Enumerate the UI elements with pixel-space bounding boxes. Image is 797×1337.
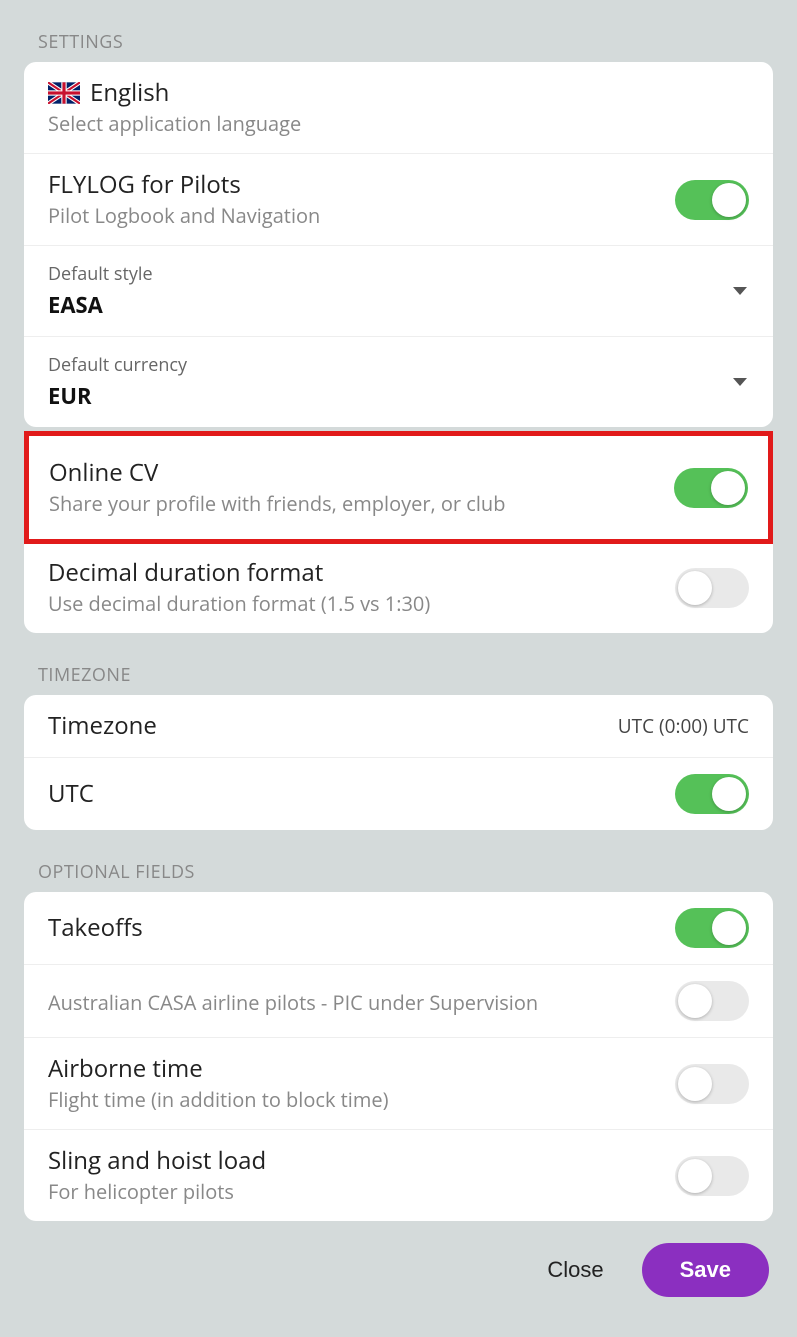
- default-currency-row[interactable]: Default currency EUR: [24, 337, 773, 427]
- close-button[interactable]: Close: [537, 1247, 613, 1293]
- section-header-settings: SETTINGS: [0, 0, 797, 62]
- sling-row: Sling and hoist load For helicopter pilo…: [24, 1130, 773, 1221]
- chevron-down-icon: [733, 287, 747, 295]
- decimal-duration-toggle[interactable]: [675, 568, 749, 608]
- airborne-toggle[interactable]: [675, 1064, 749, 1104]
- airborne-row: Airborne time Flight time (in addition t…: [24, 1038, 773, 1130]
- picus-toggle[interactable]: [675, 981, 749, 1021]
- airborne-title: Airborne time: [48, 1054, 659, 1084]
- online-cv-title: Online CV: [49, 458, 658, 488]
- sling-subtitle: For helicopter pilots: [48, 1178, 659, 1205]
- section-header-optional: OPTIONAL FIELDS: [0, 830, 797, 892]
- utc-toggle[interactable]: [675, 774, 749, 814]
- picus-subtitle: Australian CASA airline pilots - PIC und…: [48, 989, 659, 1016]
- sling-title: Sling and hoist load: [48, 1146, 659, 1176]
- flylog-subtitle: Pilot Logbook and Navigation: [48, 202, 659, 229]
- takeoffs-toggle[interactable]: [675, 908, 749, 948]
- optional-card: Takeoffs Australian CASA airline pilots …: [24, 892, 773, 1221]
- utc-title: UTC: [48, 779, 659, 809]
- picus-row: Australian CASA airline pilots - PIC und…: [24, 965, 773, 1038]
- settings-card: English Select application language FLYL…: [24, 62, 773, 427]
- language-subtitle: Select application language: [48, 110, 749, 137]
- timezone-value: UTC (0:00) UTC: [618, 713, 749, 739]
- decimal-duration-title: Decimal duration format: [48, 558, 659, 588]
- online-cv-row: Online CV Share your profile with friend…: [29, 436, 768, 539]
- language-row[interactable]: English Select application language: [24, 62, 773, 154]
- footer: Close Save: [0, 1221, 797, 1307]
- default-currency-value: EUR: [48, 381, 721, 411]
- default-style-value: EASA: [48, 290, 721, 320]
- decimal-duration-row: Decimal duration format Use decimal dura…: [24, 542, 773, 633]
- decimal-duration-subtitle: Use decimal duration format (1.5 vs 1:30…: [48, 590, 659, 617]
- flylog-toggle[interactable]: [675, 180, 749, 220]
- language-title: English: [90, 76, 169, 109]
- timezone-row[interactable]: Timezone UTC (0:00) UTC: [24, 695, 773, 758]
- chevron-down-icon: [733, 378, 747, 386]
- sling-toggle[interactable]: [675, 1156, 749, 1196]
- takeoffs-row: Takeoffs: [24, 892, 773, 965]
- timezone-card: Timezone UTC (0:00) UTC UTC: [24, 695, 773, 830]
- default-currency-label: Default currency: [48, 353, 721, 377]
- utc-row: UTC: [24, 758, 773, 830]
- takeoffs-title: Takeoffs: [48, 913, 659, 943]
- flylog-row: FLYLOG for Pilots Pilot Logbook and Navi…: [24, 154, 773, 246]
- default-style-label: Default style: [48, 262, 721, 286]
- save-button[interactable]: Save: [642, 1243, 769, 1297]
- section-header-timezone: TIMEZONE: [0, 633, 797, 695]
- highlight-online-cv: Online CV Share your profile with friend…: [24, 431, 773, 544]
- online-cv-toggle[interactable]: [674, 468, 748, 508]
- settings-card-2: Decimal duration format Use decimal dura…: [24, 542, 773, 633]
- uk-flag-icon: [48, 82, 80, 104]
- default-style-row[interactable]: Default style EASA: [24, 246, 773, 337]
- online-cv-subtitle: Share your profile with friends, employe…: [49, 490, 658, 517]
- flylog-title: FLYLOG for Pilots: [48, 170, 659, 200]
- airborne-subtitle: Flight time (in addition to block time): [48, 1086, 659, 1113]
- timezone-title: Timezone: [48, 711, 618, 741]
